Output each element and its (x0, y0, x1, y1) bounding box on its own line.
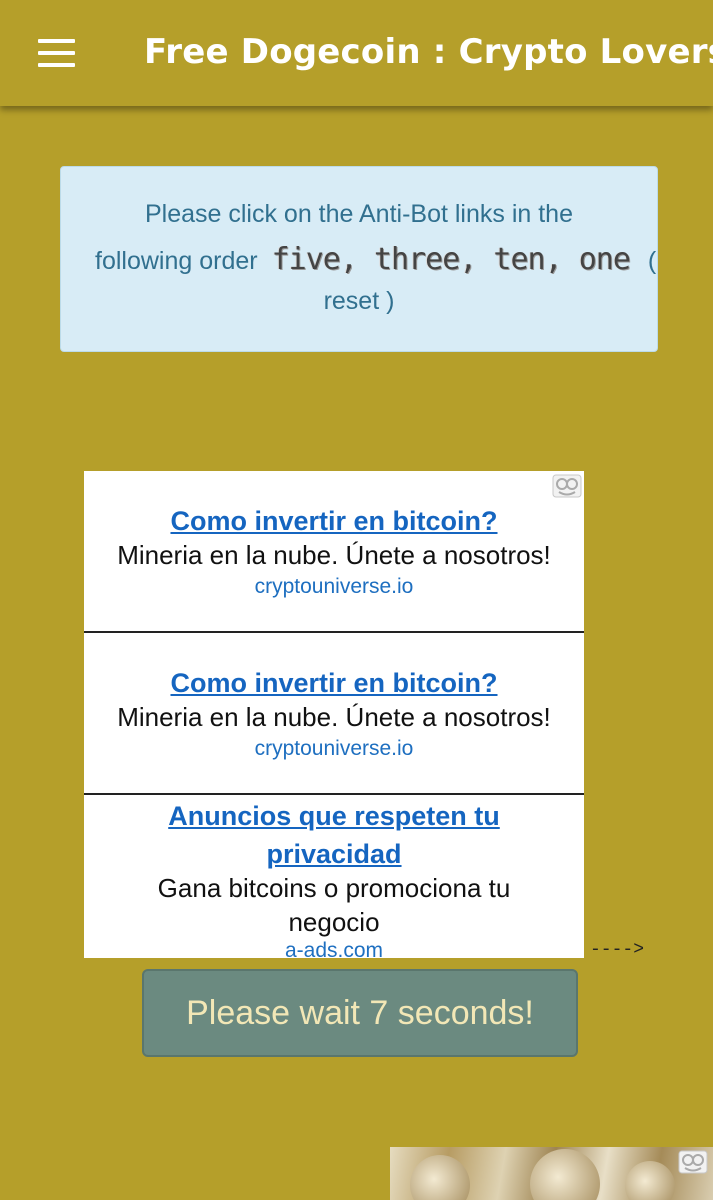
menu-line (38, 39, 75, 43)
ad-description: Mineria en la nube. Únete a nosotros! (117, 702, 551, 732)
ad-url-link[interactable]: cryptouniverse.io (84, 737, 584, 761)
hamburger-menu-icon[interactable] (30, 32, 82, 74)
ad-description: Mineria en la nube. Únete a nosotros! (117, 540, 551, 570)
ad-choices-icon[interactable] (678, 1150, 708, 1174)
ad-title-link[interactable]: Como invertir en bitcoin? (84, 506, 584, 537)
antibot-order-prefix: following order (95, 247, 258, 275)
antibot-order-captcha: five, three, ten, one (271, 242, 631, 277)
open-paren: ( (647, 247, 657, 275)
menu-line (38, 63, 75, 67)
arrow-text: ----> (590, 940, 645, 960)
close-paren: ) (386, 287, 395, 315)
ad-block[interactable]: Como invertir en bitcoin? Mineria en la … (84, 471, 584, 633)
ad-banner-image[interactable] (390, 1147, 713, 1200)
ad-choices-icon[interactable] (552, 474, 582, 498)
antibot-alert: Please click on the Anti-Bot links in th… (60, 166, 658, 352)
antibot-instruction-line1: Please click on the Anti-Bot links in th… (144, 200, 573, 228)
ad-title-link[interactable]: Anuncios que respeten tu privacidad (134, 797, 534, 873)
ad-block[interactable]: Como invertir en bitcoin? Mineria en la … (84, 633, 584, 795)
ad-description: Gana bitcoins o promociona tu negocio (157, 873, 511, 937)
ad-unit: Como invertir en bitcoin? Mineria en la … (84, 471, 584, 958)
app-title: Free Dogecoin : Crypto Lovers (144, 32, 713, 72)
wait-button[interactable]: Please wait 7 seconds! (142, 969, 578, 1057)
ad-url-link[interactable]: a-ads.com (84, 939, 584, 958)
menu-line (38, 51, 75, 55)
coin-shape (625, 1161, 675, 1200)
coin-shape (410, 1155, 470, 1200)
antibot-instruction-line2: following order five, three, ten, one ( (95, 242, 656, 277)
ad-title-link[interactable]: Como invertir en bitcoin? (84, 668, 584, 699)
app-bar: Free Dogecoin : Crypto Lovers (0, 0, 713, 106)
reset-link[interactable]: reset (324, 287, 380, 315)
coin-shape (530, 1149, 600, 1200)
ad-url-link[interactable]: cryptouniverse.io (84, 575, 584, 599)
ad-block[interactable]: Anuncios que respeten tu privacidad Gana… (84, 795, 584, 958)
antibot-instruction-line3: reset ) (61, 287, 657, 316)
